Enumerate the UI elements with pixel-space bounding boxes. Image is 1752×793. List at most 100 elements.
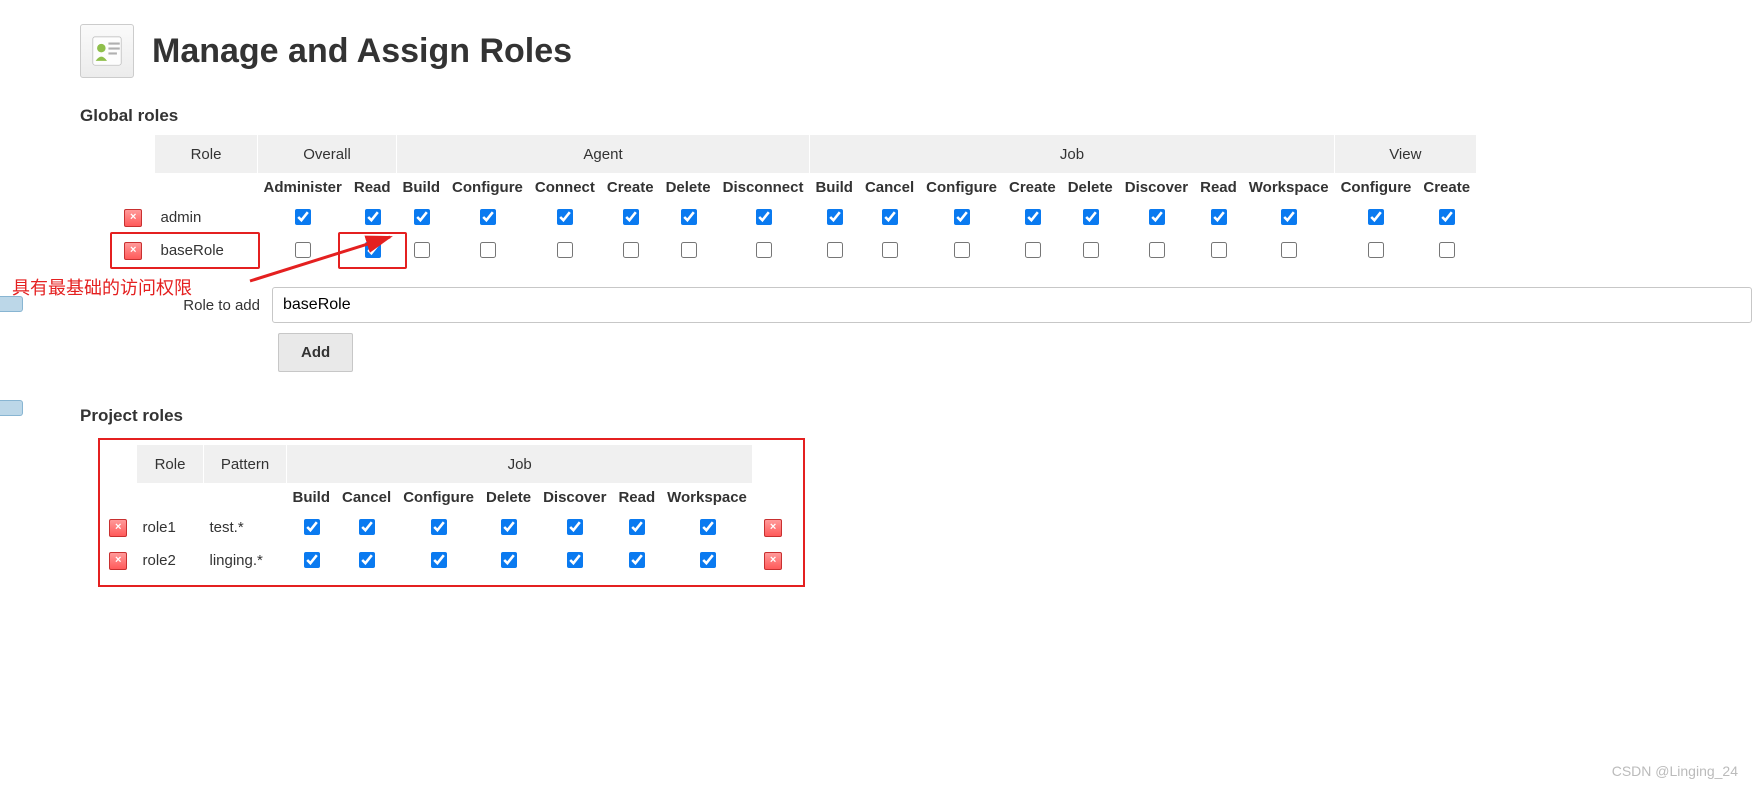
highlight-baserole	[110, 232, 260, 269]
highlight-read	[338, 232, 407, 269]
perm-read: Read	[612, 484, 661, 512]
perm-checkbox[interactable]	[431, 519, 447, 535]
user-badge-icon	[80, 24, 134, 78]
delete-icon[interactable]: ×	[124, 209, 142, 227]
role-name: role1	[137, 511, 204, 544]
perm-checkbox[interactable]	[365, 209, 381, 225]
perm-create-11: Create	[1003, 174, 1062, 202]
page-header: Manage and Assign Roles	[80, 24, 1752, 78]
perm-configure-16: Configure	[1335, 174, 1418, 202]
perm-checkbox[interactable]	[304, 519, 320, 535]
perm-build-2: Build	[397, 174, 447, 202]
role-name: role2	[137, 544, 204, 577]
perm-checkbox[interactable]	[954, 209, 970, 225]
delete-icon[interactable]: ×	[764, 519, 782, 537]
perm-checkbox[interactable]	[295, 209, 311, 225]
page-title: Manage and Assign Roles	[152, 32, 572, 71]
perm-checkbox[interactable]	[681, 242, 697, 258]
perm-checkbox[interactable]	[414, 242, 430, 258]
delete-icon[interactable]: ×	[109, 552, 127, 570]
perm-checkbox[interactable]	[756, 209, 772, 225]
perm-checkbox[interactable]	[1149, 209, 1165, 225]
perm-checkbox[interactable]	[1149, 242, 1165, 258]
perm-checkbox[interactable]	[480, 242, 496, 258]
global-roles-table: Role Overall Agent Job View AdministerRe…	[112, 134, 1477, 267]
perm-checkbox[interactable]	[882, 242, 898, 258]
perm-build-8: Build	[809, 174, 859, 202]
role-to-add-label: Role to add	[170, 297, 260, 314]
perm-checkbox[interactable]	[431, 552, 447, 568]
perm-checkbox[interactable]	[1439, 242, 1455, 258]
perm-checkbox[interactable]	[954, 242, 970, 258]
perm-checkbox[interactable]	[1281, 209, 1297, 225]
role-to-add-input[interactable]	[272, 287, 1752, 323]
perm-checkbox[interactable]	[882, 209, 898, 225]
perm-checkbox[interactable]	[827, 242, 843, 258]
perm-checkbox[interactable]	[827, 209, 843, 225]
perm-checkbox[interactable]	[629, 552, 645, 568]
perm-checkbox[interactable]	[557, 242, 573, 258]
perm-build: Build	[287, 484, 337, 512]
role-pattern: linging.*	[204, 544, 287, 577]
perm-create-17: Create	[1417, 174, 1476, 202]
perm-checkbox[interactable]	[1083, 209, 1099, 225]
role-pattern: test.*	[204, 511, 287, 544]
project-role-row: × role2linging.* ×	[100, 544, 793, 577]
perm-checkbox[interactable]	[1025, 242, 1041, 258]
perm-checkbox[interactable]	[501, 552, 517, 568]
project-roles-table: Role Pattern Job BuildCancelConfigureDel…	[100, 444, 793, 577]
global-role-row: ×admin	[112, 201, 1476, 234]
perm-checkbox[interactable]	[359, 552, 375, 568]
perm-discover: Discover	[537, 484, 612, 512]
perm-delete-6: Delete	[660, 174, 717, 202]
perm-workspace-15: Workspace	[1243, 174, 1335, 202]
perm-checkbox[interactable]	[359, 519, 375, 535]
watermark: CSDN @Linging_24	[1612, 763, 1738, 779]
perm-checkbox[interactable]	[1211, 242, 1227, 258]
perm-checkbox[interactable]	[414, 209, 430, 225]
perm-configure-10: Configure	[920, 174, 1003, 202]
perm-checkbox[interactable]	[304, 552, 320, 568]
perm-checkbox[interactable]	[501, 519, 517, 535]
perm-configure-3: Configure	[446, 174, 529, 202]
perm-checkbox[interactable]	[756, 242, 772, 258]
highlight-project-roles: Role Pattern Job BuildCancelConfigureDel…	[98, 438, 805, 587]
project-role-row: × role1test.* ×	[100, 511, 793, 544]
perm-disconnect-7: Disconnect	[717, 174, 810, 202]
perm-cancel-9: Cancel	[859, 174, 920, 202]
perm-checkbox[interactable]	[567, 519, 583, 535]
perm-checkbox[interactable]	[557, 209, 573, 225]
add-button[interactable]: Add	[278, 333, 353, 372]
colgroup-job: Job	[287, 445, 753, 484]
perm-checkbox[interactable]	[681, 209, 697, 225]
perm-checkbox[interactable]	[1439, 209, 1455, 225]
perm-checkbox[interactable]	[1211, 209, 1227, 225]
perm-checkbox[interactable]	[700, 552, 716, 568]
perm-workspace: Workspace	[661, 484, 753, 512]
colgroup-overall: Overall	[258, 135, 397, 174]
perm-checkbox[interactable]	[1025, 209, 1041, 225]
perm-checkbox[interactable]	[1083, 242, 1099, 258]
perm-checkbox[interactable]	[623, 209, 639, 225]
perm-read-14: Read	[1194, 174, 1243, 202]
colgroup-agent: Agent	[397, 135, 810, 174]
perm-checkbox[interactable]	[1368, 242, 1384, 258]
global-role-row: ×baseRole	[112, 234, 1476, 267]
perm-checkbox[interactable]	[629, 519, 645, 535]
perm-checkbox[interactable]	[480, 209, 496, 225]
perm-administer-0: Administer	[258, 174, 348, 202]
delete-icon[interactable]: ×	[109, 519, 127, 537]
perm-checkbox[interactable]	[1368, 209, 1384, 225]
section-project-roles: Project roles	[80, 406, 1752, 426]
perm-checkbox[interactable]	[295, 242, 311, 258]
perm-checkbox[interactable]	[700, 519, 716, 535]
perm-checkbox[interactable]	[1281, 242, 1297, 258]
perm-checkbox[interactable]	[623, 242, 639, 258]
perm-checkbox[interactable]	[567, 552, 583, 568]
col-pattern: Pattern	[204, 445, 287, 484]
role-to-add-row: Role to add	[170, 287, 1752, 323]
colgroup-view: View	[1335, 135, 1477, 174]
delete-icon[interactable]: ×	[764, 552, 782, 570]
perm-read-1: Read	[348, 174, 397, 202]
section-global-roles: Global roles	[80, 106, 1752, 126]
